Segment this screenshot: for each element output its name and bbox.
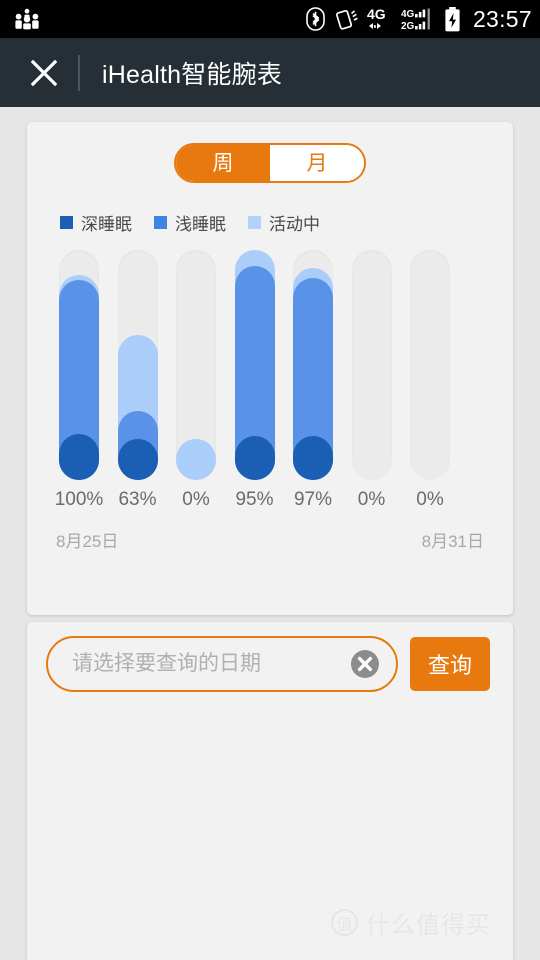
sleep-chart-card: 周 月 深睡眠 浅睡眠 活动中 100% 63% 0% 95% 97% 0% 0% 8月25日 … [27,122,513,615]
bar-column[interactable] [117,250,158,480]
title-divider [78,54,80,91]
bar-column[interactable] [176,250,216,480]
clear-circle-icon[interactable] [350,649,380,679]
title-bar: iHealth智能腕表 [0,38,540,107]
svg-text:4G: 4G [367,6,386,22]
bar-column[interactable] [351,250,392,480]
status-bar-right: 4G 4G 2G 23:57 [306,6,532,32]
query-card: 查询 值 什么值得买 [27,622,513,960]
bar-segment-active [176,438,216,480]
dual-sim-signal-icon: 4G 2G [401,8,430,32]
chart-legend: 深睡眠 浅睡眠 活动中 [60,210,342,235]
legend-swatch [248,216,261,229]
date-input[interactable] [48,652,396,676]
battery-charging-icon [445,6,460,31]
bar-track [410,250,450,480]
bar-value-label: 0% [416,489,444,510]
bar-column[interactable] [234,250,275,480]
bar-column[interactable] [293,250,333,480]
bar-segment-deep-sleep [234,436,275,480]
query-button[interactable]: 查询 [410,637,490,691]
bluetooth-icon [306,7,325,31]
date-range-end: 8月31日 [421,532,484,551]
sleep-bar-chart [27,250,513,480]
tab-week[interactable]: 周 [176,145,270,181]
legend-item: 深睡眠 [60,210,132,235]
date-input-wrapper[interactable] [46,636,398,692]
tab-month[interactable]: 月 [270,145,364,181]
bar-segment-deep-sleep [59,434,99,480]
date-range-start: 8月25日 [56,532,119,551]
legend-label: 浅睡眠 [175,215,226,234]
legend-label: 深睡眠 [81,215,132,234]
bar-column[interactable] [59,250,99,480]
bar-track [351,250,392,480]
period-toggle[interactable]: 周 月 [174,143,366,183]
people-icon [15,8,39,30]
legend-item: 活动中 [248,210,320,235]
watermark-logo: 值 [331,909,358,936]
legend-swatch [154,216,167,229]
status-bar: 4G 4G 2G 23:57 [0,0,540,38]
status-bar-left [14,8,40,30]
vibrate-icon [335,9,358,30]
legend-label: 活动中 [269,215,320,234]
watermark-text: 什么值得买 [366,912,491,939]
svg-text:2G: 2G [401,21,415,32]
legend-item: 浅睡眠 [154,210,226,235]
status-clock: 23:57 [472,5,532,32]
bar-column[interactable] [410,250,450,480]
page-title: iHealth智能腕表 [102,60,283,89]
svg-text:4G: 4G [401,9,415,20]
bar-segment-deep-sleep [117,438,158,480]
close-button[interactable] [22,51,66,95]
close-icon [30,59,58,86]
query-row: 查询 [46,636,490,692]
legend-swatch [60,216,73,229]
bar-segment-deep-sleep [293,436,333,480]
watermark: 值 什么值得买 [331,905,491,940]
chart-value-labels: 100% 63% 0% 95% 97% 0% 0% [27,490,513,516]
chart-date-range: 8月25日 8月31日 [56,527,484,552]
data-4g-icon: 4G [367,6,386,29]
